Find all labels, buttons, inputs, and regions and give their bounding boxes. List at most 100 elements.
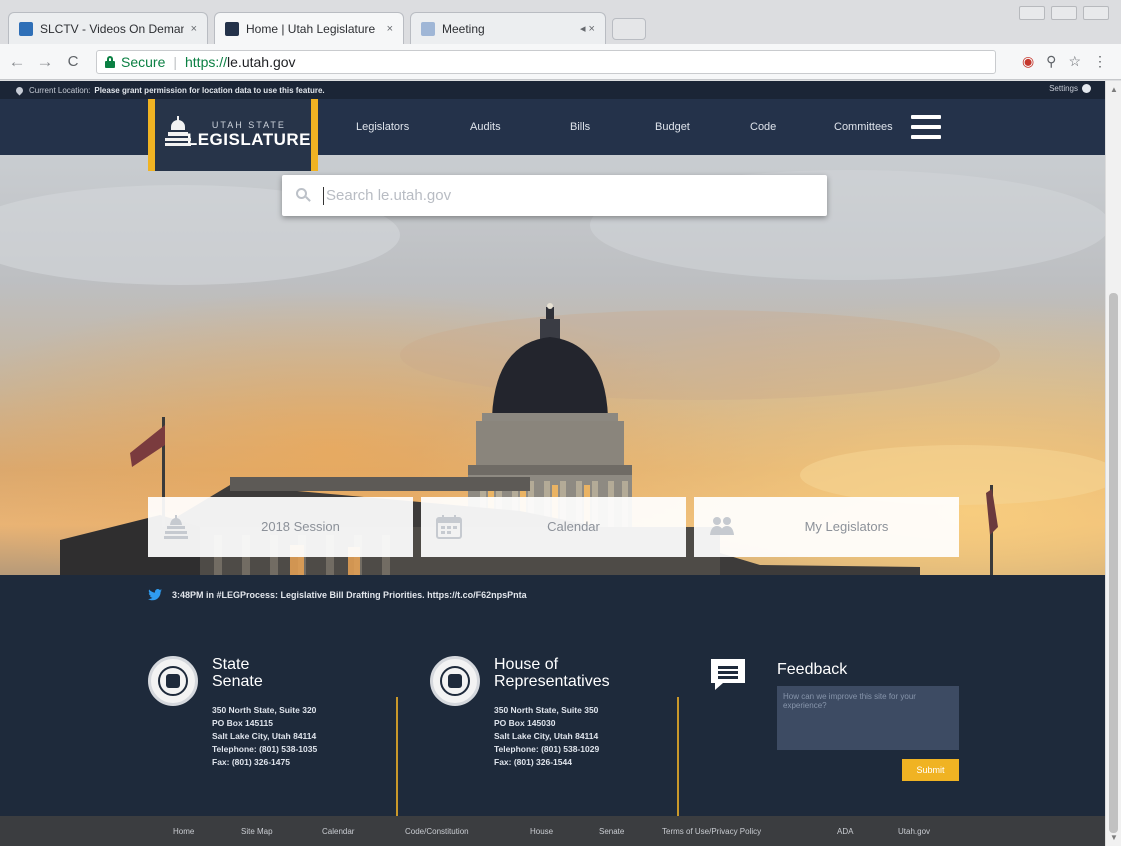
senate-title-line2: Senate: [212, 673, 263, 690]
nav-audits[interactable]: Audits: [470, 121, 501, 133]
reload-button[interactable]: C: [62, 51, 84, 73]
extension-icon[interactable]: ◉: [1022, 53, 1034, 70]
scroll-thumb[interactable]: [1109, 293, 1118, 833]
quick-link-calendar[interactable]: Calendar: [421, 497, 686, 557]
bookmark-star-icon[interactable]: ☆: [1068, 53, 1081, 70]
house-address-line: PO Box 145030: [494, 718, 556, 728]
footer-link-calendar[interactable]: Calendar: [322, 827, 354, 836]
tab-title: SLCTV - Videos On Demand: [40, 21, 184, 36]
tab-title: Home | Utah Legislature: [246, 21, 376, 36]
tab-utah-legislature[interactable]: Home | Utah Legislature ×: [214, 12, 404, 44]
nav-bills[interactable]: Bills: [570, 121, 590, 133]
senate-address: 350 North State, Suite 320 PO Box 145115…: [212, 704, 317, 769]
location-pin-icon: [14, 85, 25, 95]
tab-close-icon[interactable]: ×: [191, 23, 197, 35]
senate-phone: Telephone: (801) 538-1035: [212, 744, 318, 754]
logo-text: UTAH STATE LEGISLATURE: [187, 120, 311, 148]
feedback-title: Feedback: [777, 661, 848, 678]
footer-link-terms-privacy[interactable]: Terms of Use/Privacy Policy: [662, 827, 761, 836]
location-bar: Current Location: Please grant permissio…: [0, 81, 1105, 99]
hamburger-menu-icon[interactable]: [911, 115, 941, 139]
meeting-favicon-icon: [421, 21, 435, 36]
feedback-submit-button[interactable]: Submit: [902, 759, 959, 781]
location-message: Please grant permission for location dat…: [94, 85, 325, 95]
twitter-bird-icon[interactable]: [148, 589, 162, 601]
zoom-icon[interactable]: ⚲: [1046, 53, 1056, 70]
page-scrollbar[interactable]: ▲ ▼: [1105, 81, 1121, 846]
browser-window: SLCTV - Videos On Demand × Home | Utah L…: [0, 0, 1121, 846]
contact-section: State Senate 350 North State, Suite 320 …: [0, 619, 1105, 825]
new-tab-button[interactable]: [612, 18, 646, 40]
secure-label: Secure: [121, 54, 166, 70]
senate-heading[interactable]: State Senate: [212, 656, 263, 690]
web-page: Current Location: Please grant permissio…: [0, 81, 1105, 846]
legislature-favicon-icon: [225, 21, 239, 36]
back-button[interactable]: ←: [6, 51, 28, 73]
footer-link-code-constitution[interactable]: Code/Constitution: [405, 827, 469, 836]
nav-budget[interactable]: Budget: [655, 121, 690, 133]
senate-address-line: PO Box 145115: [212, 718, 273, 728]
window-controls: [1019, 6, 1109, 20]
feedback-chat-icon: [711, 659, 745, 690]
twitter-feed: 3:48PM in #LEGProcess: Legislative Bill …: [0, 575, 1105, 619]
main-navigation: UTAH STATE LEGISLATURE Legislators Audit…: [0, 99, 1105, 171]
tweet-text[interactable]: 3:48PM in #LEGProcess: Legislative Bill …: [172, 590, 527, 600]
address-separator: |: [173, 54, 177, 70]
footer-links: Home Site Map Calendar Code/Constitution…: [0, 816, 1105, 846]
house-seal-icon: [430, 656, 480, 706]
feedback-textarea[interactable]: [777, 686, 959, 750]
house-address-line: Salt Lake City, Utah 84114: [494, 731, 599, 741]
tab-close-icon[interactable]: ◂ ×: [580, 22, 595, 35]
browser-menu-icon[interactable]: ⋮: [1093, 53, 1107, 70]
text-caret: [323, 186, 324, 205]
quick-link-label: Calendar: [547, 519, 600, 534]
lock-icon: [105, 56, 115, 68]
senate-fax: Fax: (801) 326-1475: [212, 757, 290, 767]
quick-link-my-legislators[interactable]: My Legislators: [694, 497, 959, 557]
address-bar[interactable]: Secure | https:// le.utah.gov: [96, 50, 996, 74]
column-divider: [396, 697, 398, 825]
quick-links: 2018 Session Calendar My Legislators: [148, 497, 960, 557]
footer-link-site-map[interactable]: Site Map: [241, 827, 273, 836]
footer-link-house[interactable]: House: [530, 827, 553, 836]
location-label: Current Location:: [29, 85, 91, 95]
house-heading[interactable]: House of Representatives: [494, 656, 610, 690]
footer-link-home[interactable]: Home: [173, 827, 194, 836]
tab-slctv[interactable]: SLCTV - Videos On Demand ×: [8, 12, 208, 44]
search-box[interactable]: [282, 175, 827, 216]
nav-code[interactable]: Code: [750, 121, 776, 133]
url-scheme: https://: [185, 54, 228, 70]
senate-title-line1: State: [212, 656, 250, 673]
scroll-up-arrow-icon[interactable]: ▲: [1110, 85, 1118, 94]
column-divider: [677, 697, 679, 825]
tab-title: Meeting: [442, 21, 485, 36]
senate-address-line: 350 North State, Suite 320: [212, 705, 317, 715]
scroll-down-arrow-icon[interactable]: ▼: [1110, 833, 1118, 842]
tab-strip: SLCTV - Videos On Demand × Home | Utah L…: [0, 0, 1121, 44]
house-title-line2: Representatives: [494, 673, 610, 690]
maximize-button[interactable]: [1051, 6, 1077, 20]
url-host: le.utah.gov: [227, 54, 296, 70]
house-title-line1: House of: [494, 656, 559, 673]
browser-toolbar: ← → C Secure | https:// le.utah.gov ◉ ⚲ …: [0, 44, 1121, 80]
slctv-favicon-icon: [19, 21, 33, 36]
settings-link[interactable]: Settings: [1049, 84, 1091, 93]
footer-link-utah-gov[interactable]: Utah.gov: [898, 827, 930, 836]
nav-legislators[interactable]: Legislators: [356, 121, 409, 133]
tab-meeting[interactable]: Meeting ◂ ×: [410, 12, 606, 44]
search-icon: [296, 188, 311, 203]
footer-link-senate[interactable]: Senate: [599, 827, 624, 836]
capitol-logo-icon: [165, 116, 191, 154]
minimize-button[interactable]: [1019, 6, 1045, 20]
quick-link-session[interactable]: 2018 Session: [148, 497, 413, 557]
house-address: 350 North State, Suite 350 PO Box 145030…: [494, 704, 599, 769]
house-fax: Fax: (801) 326-1544: [494, 757, 572, 767]
close-window-button[interactable]: [1083, 6, 1109, 20]
forward-button[interactable]: →: [34, 51, 56, 73]
search-input[interactable]: [326, 187, 766, 204]
site-logo[interactable]: UTAH STATE LEGISLATURE: [148, 99, 318, 171]
footer-link-ada[interactable]: ADA: [837, 827, 853, 836]
nav-committees[interactable]: Committees: [834, 121, 893, 133]
tab-close-icon[interactable]: ×: [387, 23, 393, 35]
toolbar-actions: ◉ ⚲ ☆ ⋮: [1022, 53, 1107, 70]
